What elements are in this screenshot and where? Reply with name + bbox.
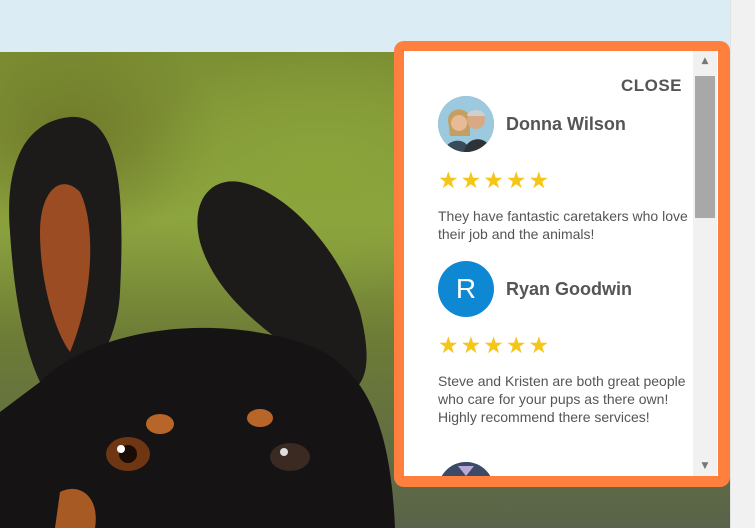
review-card: Donna Wilson ★ ★ ★ ★ ★ They have fantast… — [438, 96, 688, 243]
star-icon: ★ — [505, 168, 527, 194]
star-icon: ★ — [460, 168, 482, 194]
star-rating: ★ ★ ★ ★ ★ — [438, 169, 688, 193]
star-rating: ★ ★ ★ ★ ★ — [438, 334, 688, 358]
reviews-popup: CLOSE Donna Wilson ★ ★ ★ ★ ★ They have f… — [394, 41, 730, 487]
avatar-photo-icon — [438, 96, 494, 152]
reviewer-row: R Ryan Goodwin — [438, 261, 688, 317]
reviewer-avatar — [438, 96, 494, 152]
reviewer-avatar-partial — [438, 462, 494, 476]
avatar-photo-icon — [438, 462, 494, 476]
reviewer-row: Donna Wilson — [438, 96, 688, 152]
star-icon: ★ — [438, 333, 459, 359]
star-icon: ★ — [460, 333, 482, 359]
review-text: Steve and Kristen are both great people … — [438, 373, 686, 425]
scroll-thumb[interactable] — [695, 76, 715, 218]
star-icon: ★ — [528, 333, 550, 359]
reviewer-avatar: R — [438, 261, 494, 317]
popup-scrollbar[interactable]: ▲ ▼ — [693, 51, 717, 476]
scroll-up-icon[interactable]: ▲ — [693, 51, 717, 71]
reviewer-name: Ryan Goodwin — [506, 278, 632, 299]
star-icon: ★ — [483, 168, 504, 194]
star-icon: ★ — [528, 168, 550, 194]
scroll-down-icon[interactable]: ▼ — [693, 456, 717, 476]
review-card: R Ryan Goodwin ★ ★ ★ ★ ★ Steve and Krist… — [438, 261, 688, 426]
page-scrollbar[interactable] — [730, 0, 755, 528]
reviews-panel: CLOSE Donna Wilson ★ ★ ★ ★ ★ They have f… — [404, 51, 718, 476]
close-button[interactable]: CLOSE — [621, 76, 682, 96]
reviewer-name: Donna Wilson — [506, 113, 626, 134]
star-icon: ★ — [483, 333, 504, 359]
review-text: They have fantastic caretakers who love … — [438, 208, 688, 242]
star-icon: ★ — [505, 333, 527, 359]
star-icon: ★ — [438, 168, 459, 194]
